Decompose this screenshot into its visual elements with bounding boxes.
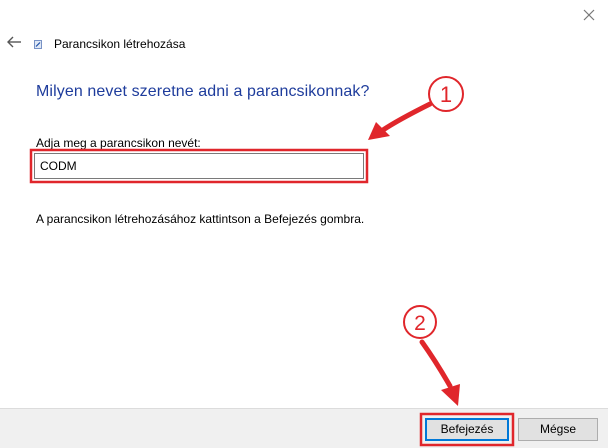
step1-arrowhead bbox=[368, 122, 390, 140]
step2-number: 2 bbox=[414, 312, 426, 335]
wizard-title: Parancsikon létrehozása bbox=[54, 37, 186, 51]
shortcut-name-label: Adja meg a parancsikon nevét: bbox=[36, 136, 201, 150]
step2-arrow bbox=[419, 339, 453, 389]
shortcut-name-input[interactable] bbox=[34, 153, 364, 179]
wizard-footer bbox=[0, 408, 608, 448]
step1-circle bbox=[428, 76, 464, 112]
cancel-button[interactable]: Mégse bbox=[518, 418, 598, 441]
step2-arrowhead bbox=[441, 384, 460, 406]
page-heading: Milyen nevet szeretne adni a parancsikon… bbox=[36, 83, 370, 100]
shortcut-wizard-icon bbox=[34, 40, 42, 49]
step1-number: 1 bbox=[440, 82, 452, 107]
close-icon[interactable] bbox=[582, 8, 596, 22]
back-arrow-icon[interactable] bbox=[6, 35, 22, 49]
finish-button[interactable]: Befejezés bbox=[425, 418, 509, 441]
instruction-text: A parancsikon létrehozásához kattintson … bbox=[36, 212, 365, 226]
step2-circle bbox=[403, 305, 437, 339]
step1-arrow bbox=[380, 101, 433, 133]
